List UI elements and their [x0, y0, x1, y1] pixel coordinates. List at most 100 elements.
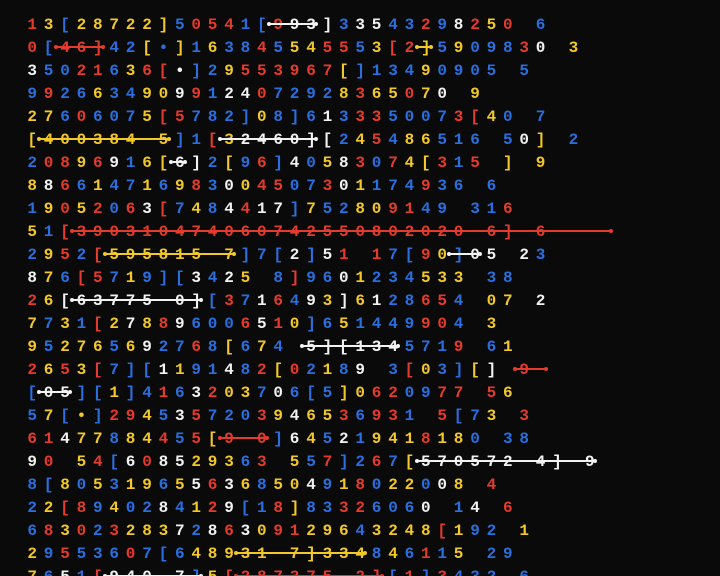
strike-line — [220, 437, 267, 439]
grid-cell: 8 — [40, 523, 56, 546]
grid-cell: 2 — [401, 40, 417, 63]
grid-cell: 7 — [270, 86, 286, 109]
grid-cell: 6 — [237, 477, 253, 500]
grid-cell: 6 — [270, 293, 286, 316]
grid-cell: 2 — [204, 63, 220, 86]
grid-cell: 0 — [73, 109, 89, 132]
grid-cell: 0 — [286, 362, 302, 385]
grid-cell: 2 — [73, 17, 89, 40]
grid-cell: 1 — [204, 86, 220, 109]
grid-cell: 4 — [221, 201, 237, 224]
grid-cell: 4 — [483, 109, 499, 132]
grid-cell: [ — [90, 362, 106, 385]
grid-cell: ] — [73, 385, 89, 408]
grid-cell: 3 — [352, 155, 368, 178]
grid-cell: 4 — [204, 224, 220, 247]
grid-cell: 5 — [319, 247, 335, 270]
grid-cell: 5 — [237, 63, 253, 86]
grid-cell: ] — [450, 362, 466, 385]
grid-cell: 6 — [286, 385, 302, 408]
grid-cell: 4 — [467, 500, 483, 523]
grid-cell: 2 — [467, 17, 483, 40]
grid-cell: 4 — [450, 293, 466, 316]
grid-cell: [ — [336, 339, 352, 362]
grid-cell: [ — [385, 40, 401, 63]
grid-cell: 8 — [204, 201, 220, 224]
grid-cell: 2 — [122, 523, 138, 546]
grid-cell: 3 — [385, 270, 401, 293]
grid-cell: 7 — [172, 523, 188, 546]
grid-cell: 9 — [319, 477, 335, 500]
grid-cell: 0 — [24, 40, 40, 63]
grid-cell: ] — [286, 109, 302, 132]
grid-cell: 6 — [237, 454, 253, 477]
grid-cell: 8 — [368, 546, 384, 569]
grid-cell: 4 — [90, 454, 106, 477]
grid-cell: 1 — [483, 201, 499, 224]
grid-cell: 6 — [155, 477, 171, 500]
grid-cell: 4 — [401, 63, 417, 86]
grid-cell: 9 — [418, 316, 434, 339]
grid-cell: 6 — [467, 132, 483, 155]
grid-cell: 0 — [221, 385, 237, 408]
grid-cell: 7 — [40, 408, 56, 431]
grid-cell: ] — [122, 362, 138, 385]
grid-cell: 6 — [368, 385, 384, 408]
grid-cell: 3 — [204, 178, 220, 201]
grid-cell: 4 — [57, 431, 73, 454]
grid-cell: 0 — [254, 523, 270, 546]
grid-cell: 7 — [319, 63, 335, 86]
grid-cell: 4 — [188, 201, 204, 224]
grid-cell: 5 — [500, 132, 516, 155]
grid-cell: 0 — [336, 178, 352, 201]
grid-cell: 7 — [188, 109, 204, 132]
grid-cell: 1 — [401, 201, 417, 224]
grid-cell: 2 — [483, 523, 499, 546]
grid-cell: 4 — [418, 201, 434, 224]
grid-cell: 1 — [319, 109, 335, 132]
grid-cell: 0 — [434, 316, 450, 339]
grid-cell: 1 — [516, 523, 532, 546]
grid-cell: 8 — [57, 477, 73, 500]
grid-cell: 6 — [221, 523, 237, 546]
grid-cell: 3 — [106, 477, 122, 500]
grid-cell: 5 — [106, 247, 122, 270]
grid-cell: 2 — [204, 385, 220, 408]
grid-cell: 3 — [401, 17, 417, 40]
grid-cell: 9 — [303, 270, 319, 293]
grid-cell: 8 — [270, 270, 286, 293]
grid-cell: [ — [155, 201, 171, 224]
grid-cell: 6 — [204, 40, 220, 63]
grid-cell: ] — [270, 431, 286, 454]
grid-cell: 7 — [467, 408, 483, 431]
grid-cell: 2 — [57, 86, 73, 109]
grid-cell: 3 — [40, 17, 56, 40]
grid-cell: 0 — [401, 385, 417, 408]
grid-cell: ] — [532, 132, 548, 155]
grid-cell: 3 — [368, 523, 384, 546]
grid-cell: 8 — [139, 523, 155, 546]
grid-cell: 3 — [500, 431, 516, 454]
grid-cell: 0 — [155, 86, 171, 109]
grid-cell: 6 — [73, 293, 89, 316]
grid-cell: 0 — [254, 109, 270, 132]
grid-cell: 3 — [188, 270, 204, 293]
grid-cell: ] — [237, 109, 253, 132]
grid-cell: 1 — [188, 40, 204, 63]
grid-cell: 4 — [352, 523, 368, 546]
grid-cell: 8 — [73, 500, 89, 523]
grid-cell: [ — [57, 408, 73, 431]
grid-cell: 6 — [122, 454, 138, 477]
grid-cell: 2 — [336, 132, 352, 155]
grid-cell: 6 — [418, 293, 434, 316]
grid-cell: 4 — [172, 500, 188, 523]
grid-cell: ] — [270, 155, 286, 178]
grid-cell: ] — [286, 201, 302, 224]
grid-cell: 7 — [418, 86, 434, 109]
grid-cell: 5 — [286, 454, 302, 477]
grid-cell: 1 — [188, 132, 204, 155]
grid-cell: 6 — [500, 201, 516, 224]
grid-cell: 9 — [237, 155, 253, 178]
grid-cell: 5 — [57, 247, 73, 270]
grid-cell: 1 — [73, 316, 89, 339]
